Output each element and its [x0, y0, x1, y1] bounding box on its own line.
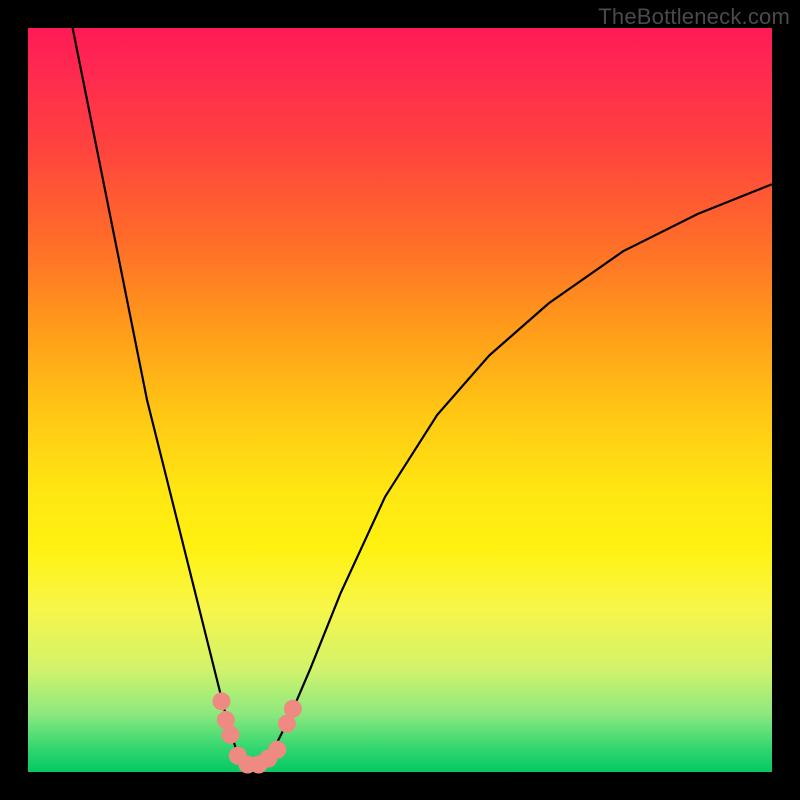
curve-markers: [212, 692, 301, 773]
marker-left-upper-3: [221, 726, 239, 744]
marker-bottom-5: [268, 741, 286, 759]
watermark-text: TheBottleneck.com: [598, 4, 790, 30]
plot-area: [28, 28, 772, 772]
marker-right-upper-2: [284, 700, 302, 718]
chart-frame: TheBottleneck.com: [0, 0, 800, 800]
bottleneck-curve: [73, 28, 772, 768]
chart-svg: [28, 28, 772, 772]
marker-left-upper-1: [212, 692, 230, 710]
